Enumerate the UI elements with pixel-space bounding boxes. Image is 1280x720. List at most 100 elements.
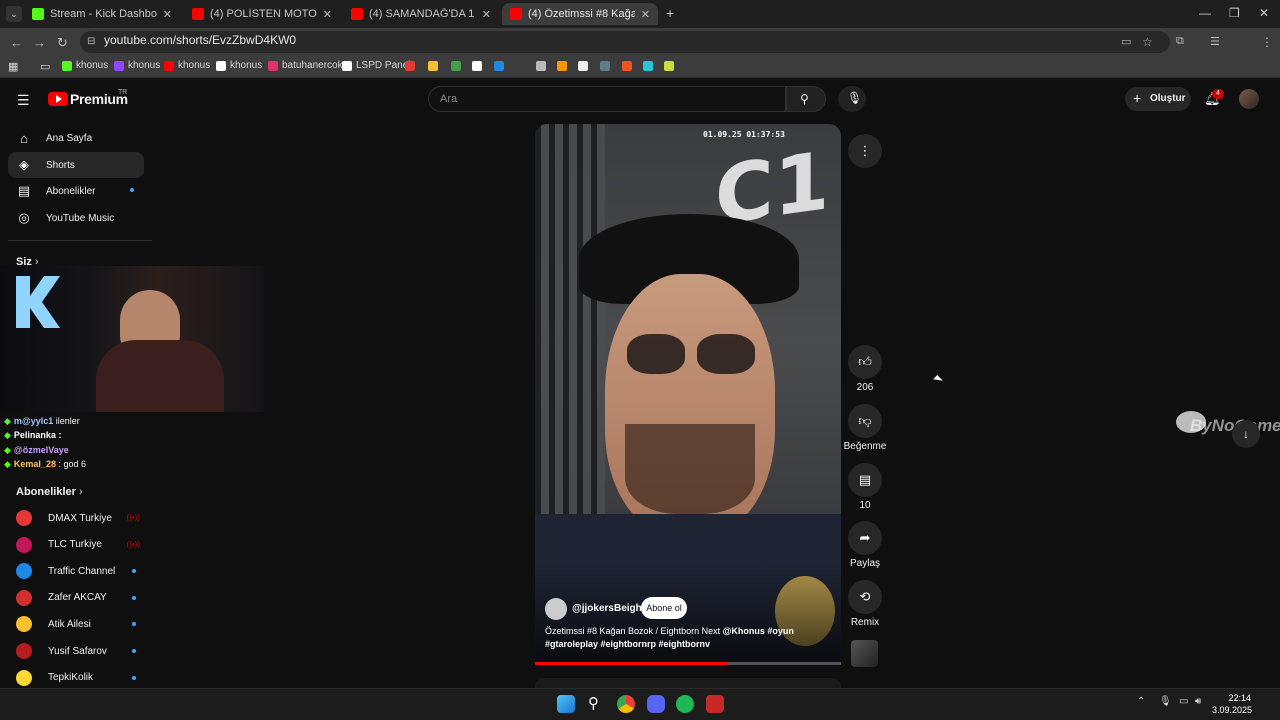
bookmark-icon[interactable] <box>451 61 465 71</box>
chat-message: ◆ m@yylc1 ilenler <box>4 416 80 427</box>
comments-button[interactable]: ▤ <box>848 463 882 497</box>
new-content-dot <box>132 649 136 653</box>
folder-icon[interactable]: ▭ <box>40 60 50 73</box>
remix-button[interactable]: ⟲ <box>848 580 882 614</box>
next-short-button[interactable]: ↓ <box>1232 420 1260 448</box>
video-caption: Özetimssi #8 Kağan Bozok / Eightborn Nex… <box>545 625 835 651</box>
browser-tab[interactable]: Stream - Kick Dashboard ✕ <box>24 3 180 25</box>
bookmark-item[interactable]: LSPD Panel <box>342 60 410 71</box>
close-window-icon[interactable]: ✕ <box>1259 6 1269 20</box>
bookmark-icon[interactable] <box>643 61 657 71</box>
subscription-item[interactable]: Atik Ailesi <box>16 612 146 636</box>
sidebar-item-ana-sayfa[interactable]: ⌂ Ana Sayfa <box>8 125 144 151</box>
bookmark-icon[interactable] <box>472 61 486 71</box>
shorts-video-player[interactable]: C1 01.09.25 01:37:53 @jjokersBeight Abon… <box>535 124 841 666</box>
subscription-item[interactable]: TLC Turkiye ((•)) <box>16 533 146 557</box>
dislike-label: Beğenme <box>843 441 887 452</box>
tab-search-icon[interactable]: ⌄ <box>6 6 22 22</box>
spotify-icon[interactable] <box>676 695 694 713</box>
subscribe-button[interactable]: Abone ol <box>641 597 687 619</box>
channel-avatar[interactable] <box>545 598 567 620</box>
bookmark-icon[interactable] <box>428 61 442 71</box>
sound-thumbnail[interactable] <box>851 640 878 667</box>
site-info-icon[interactable]: ⊟ <box>87 36 95 47</box>
notification-badge: 4 <box>1212 89 1224 99</box>
menu-icon[interactable]: ⋮ <box>1261 35 1273 49</box>
subscription-item[interactable]: Traffic Channel <box>16 559 146 583</box>
discord-icon[interactable] <box>647 695 665 713</box>
hamburger-menu-icon[interactable]: ☰ <box>17 92 30 109</box>
bookmark-icon[interactable] <box>405 61 419 71</box>
bookmark-icon[interactable] <box>536 61 550 71</box>
bookmark-icon[interactable] <box>494 61 508 71</box>
taskbar-time[interactable]: 22:14 <box>1215 693 1251 703</box>
chrome-icon[interactable] <box>617 695 635 713</box>
bookmark-item[interactable]: khonus <box>216 60 262 71</box>
caption-hashtag[interactable]: #oyun <box>767 626 794 636</box>
browser-tab[interactable]: (4) POLİSTEN MOTORCUYA UYA ✕ <box>184 3 340 25</box>
reload-icon[interactable]: ↻ <box>57 35 68 51</box>
apps-icon[interactable]: ▦ <box>8 60 18 73</box>
more-options-icon[interactable]: ⋮ <box>848 134 882 168</box>
bookmark-icon[interactable] <box>557 61 571 71</box>
subscription-item[interactable]: TepkiKolik <box>16 666 146 690</box>
search-button[interactable]: ⚲ <box>786 86 826 112</box>
minimize-icon[interactable]: — <box>1199 6 1211 20</box>
share-icon: ➦ <box>859 530 871 545</box>
bookmark-item[interactable]: khonus <box>164 60 210 71</box>
caption-mention[interactable]: @Khonus <box>723 626 765 636</box>
back-icon[interactable]: ← <box>10 35 23 50</box>
search-box[interactable] <box>428 86 786 112</box>
voice-search-button[interactable]: 🎙 <box>838 86 866 112</box>
youtube-logo-icon[interactable] <box>48 92 68 106</box>
remix-label: Remix <box>850 617 880 628</box>
restore-icon[interactable]: ❐ <box>1229 6 1240 20</box>
subscription-item[interactable]: DMAX Turkiye ((•)) <box>16 506 146 530</box>
tab-close-icon[interactable]: ✕ <box>163 8 172 21</box>
windows-start-icon[interactable] <box>557 695 575 713</box>
app-icon[interactable] <box>706 695 724 713</box>
chat-text: ilenler <box>55 416 80 426</box>
like-count: 206 <box>856 382 874 393</box>
subscription-item[interactable]: Zafer AKCAY <box>16 586 146 610</box>
channel-name[interactable]: @jjokersBeight <box>572 603 645 614</box>
subscriptions-section-title[interactable]: Abonelikler › <box>16 486 83 498</box>
taskbar-search-icon[interactable]: ⚲ <box>588 694 599 712</box>
browser-tab[interactable]: (4) Özetimssi #8 Kağan Boz ✕ <box>502 3 658 25</box>
bookmark-icon[interactable] <box>664 61 678 71</box>
caption-hashtags[interactable]: #gtaroleplay #eightbornrp #eightbornv <box>545 639 710 649</box>
browser-tab[interactable]: (4) SAMANDAĞ'DA 1 GÜNDE N ✕ <box>343 3 499 25</box>
share-button[interactable]: ➦ <box>848 521 882 555</box>
create-button[interactable]: + Oluştur <box>1125 87 1191 111</box>
volume-icon[interactable]: 🔊︎ <box>1195 696 1201 707</box>
tab-close-icon[interactable]: ✕ <box>482 8 491 21</box>
bookmark-item[interactable]: batuhanercok <box>268 60 343 71</box>
tray-mic-icon[interactable]: 🎙 <box>1159 696 1172 707</box>
cast-icon[interactable]: ▭ <box>1121 35 1131 48</box>
chat-badge-icon: ◆ <box>4 459 11 469</box>
bookmark-icon[interactable] <box>622 61 636 71</box>
progress-track[interactable] <box>535 662 841 665</box>
network-icon[interactable]: ▭ <box>1179 696 1188 707</box>
tab-close-icon[interactable]: ✕ <box>323 8 332 21</box>
bookmark-star-icon[interactable]: ☆ <box>1142 35 1153 49</box>
tray-chevron-icon[interactable]: ⌃ <box>1137 696 1145 707</box>
forward-icon[interactable]: → <box>33 35 46 50</box>
bookmark-item[interactable]: khonus <box>114 60 160 71</box>
sidebar-item-youtube-music[interactable]: ◎ YouTube Music <box>8 205 144 231</box>
dislike-button[interactable]: 👎︎ <box>848 404 882 438</box>
sidebar-item-abonelikler[interactable]: ▤ Abonelikler <box>8 178 144 204</box>
account-avatar[interactable] <box>1239 89 1259 109</box>
mouse-cursor <box>933 375 943 385</box>
bookmark-item[interactable]: khonus <box>62 60 108 71</box>
bookmark-icon[interactable] <box>578 61 592 71</box>
reading-list-icon[interactable]: ☰ <box>1210 35 1220 48</box>
tab-close-icon[interactable]: ✕ <box>641 8 650 21</box>
sidebar-item-shorts[interactable]: ◈ Shorts <box>8 152 144 178</box>
taskbar-date[interactable]: 3.09.2025 <box>1210 705 1252 715</box>
bookmark-icon[interactable] <box>600 61 614 71</box>
new-tab-button[interactable]: + <box>666 5 674 21</box>
extensions-icon[interactable]: ⧉ <box>1176 35 1184 48</box>
subscription-item[interactable]: Yusif Safarov <box>16 639 146 663</box>
like-button[interactable]: 👍︎ <box>848 345 882 379</box>
